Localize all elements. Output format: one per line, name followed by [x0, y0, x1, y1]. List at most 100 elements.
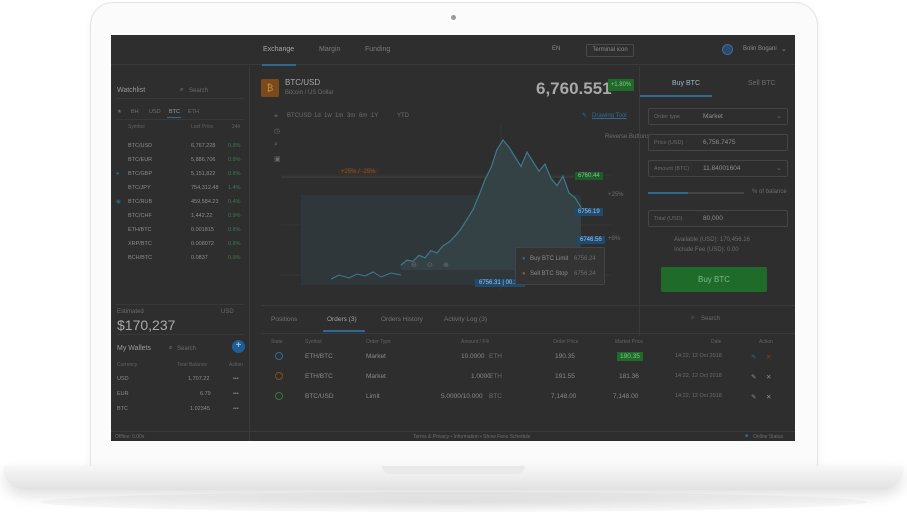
zoom-out-icon[interactable]: ⊖ [411, 261, 417, 269]
orders-search-input[interactable]: Search [701, 316, 720, 322]
list-item[interactable]: ● BTC/GBP 5,151,822 0.8% [116, 168, 244, 181]
top-nav: Exchange Margin Funding EN Terminal icon… [111, 35, 795, 66]
list-item[interactable]: BCH/BTC 0.0837 0.9% [116, 252, 244, 265]
table-row[interactable]: ETH/BTC Market 1.0000 ETH 191.55 181.36 … [261, 367, 795, 386]
tab-margin[interactable]: Margin [319, 46, 340, 53]
symbol: BTC/JPY [128, 185, 151, 191]
drawing-tool-link[interactable]: Drawing Tool [592, 113, 627, 119]
watchlist-tab-btc[interactable]: BTC [169, 109, 180, 115]
change: 0.9% [228, 255, 241, 261]
crosshair-icon[interactable]: ⌖ [274, 113, 278, 121]
list-item[interactable]: BTC/EUR 5,886,706 0.8% [116, 154, 244, 167]
watchlist-tab-eth[interactable]: ETH [188, 109, 199, 115]
popup-sell-label[interactable]: Sell BTC Stop [530, 271, 568, 277]
change: 0.8% [228, 171, 241, 177]
table-row[interactable]: EUR 6.79 ••• [116, 388, 244, 401]
range-3m[interactable]: 3m [347, 113, 355, 119]
list-item[interactable]: BTC/USD 6,767,228 0.8% [116, 140, 244, 153]
edit-icon[interactable]: ✎ [751, 373, 756, 381]
watchlist-search-input[interactable]: Search [189, 88, 208, 94]
price-point [490, 167, 492, 169]
field-label: Order type [654, 114, 680, 120]
chart-symbol[interactable]: BTCUSD [287, 113, 312, 119]
table-row[interactable]: BTC/USD Limit 5.0000/10.000 BTC 7,148.00… [261, 387, 795, 406]
language-selector[interactable]: EN [552, 46, 560, 52]
price-point [484, 179, 486, 181]
currency: USD [117, 376, 129, 382]
list-item[interactable]: XRP/BTC 0.008072 0.8% [116, 238, 244, 251]
chevron-down-icon[interactable]: ⌄ [781, 45, 787, 53]
user-name[interactable]: Bolin Bogani [743, 46, 777, 52]
edit-icon[interactable]: ✎ [751, 353, 756, 361]
zoom-icon[interactable]: ⌕ [274, 141, 278, 149]
percent-label: +8% [608, 236, 621, 242]
table-row[interactable]: BTC 1.02345 ••• [116, 403, 244, 416]
table-row[interactable]: USD 1,707.22 ••• [116, 373, 244, 386]
star-icon[interactable]: ◉ [116, 199, 121, 205]
clock-icon[interactable]: ◷ [274, 127, 280, 135]
tab-positions[interactable]: Positions [271, 316, 297, 323]
balance-currency[interactable]: USD [221, 309, 234, 315]
avatar[interactable] [722, 44, 733, 55]
range-1m[interactable]: 1m [335, 113, 343, 119]
close-icon[interactable]: ✕ [766, 373, 771, 381]
balance: 1,707.22 [188, 376, 210, 382]
terminal-button[interactable]: Terminal icon [586, 44, 634, 57]
more-icon[interactable]: ••• [233, 376, 239, 382]
tab-sell-btc[interactable]: Sell BTC [748, 80, 776, 87]
footer-links[interactable]: Terms & Privacy • Information • Show Fee… [413, 434, 530, 440]
wallets-search-input[interactable]: Search [177, 346, 196, 352]
add-wallet-button[interactable]: + [232, 340, 245, 353]
active-tab-underline [323, 330, 365, 332]
range-1y[interactable]: 1Y [371, 113, 378, 119]
zoom-in-icon[interactable]: ⊕ [443, 261, 449, 269]
price-point [460, 228, 462, 230]
watchlist-tab-favorites[interactable]: ★ [117, 109, 122, 115]
price-point [574, 197, 576, 199]
watchlist-tab-bh[interactable]: BH [131, 109, 139, 115]
edit-icon[interactable]: ✎ [751, 393, 756, 401]
range-1d[interactable]: 1d [314, 113, 321, 119]
reset-zoom-icon[interactable]: ⊙ [427, 261, 433, 269]
price-point [544, 163, 546, 165]
amount-field[interactable]: Amount (BTC) 11.84001604 ⌄ [648, 160, 788, 177]
price-field[interactable]: Price (USD) 6,756.7475 [648, 134, 788, 151]
more-icon[interactable]: ••• [233, 391, 239, 397]
field-value: Market [703, 113, 723, 120]
price-point [538, 170, 540, 172]
range-6m[interactable]: 6m [359, 113, 367, 119]
laptop-shadow [40, 492, 867, 512]
range-1w[interactable]: 1w [324, 113, 332, 119]
tab-exchange[interactable]: Exchange [263, 46, 294, 53]
order-price: 191.55 [555, 373, 575, 380]
field-label: Total (USD) [654, 216, 683, 222]
list-item[interactable]: BTC/CHF 1,442.22 0.9% [116, 210, 244, 223]
bitcoin-icon: ₿ [261, 79, 279, 97]
camera-icon[interactable]: ▣ [274, 155, 281, 163]
online-status-icon: ■ [745, 433, 749, 439]
popup-buy-label[interactable]: Buy BTC Limit [530, 256, 568, 262]
list-item[interactable]: BTC/JPY 754,312.48 1.4% [116, 182, 244, 195]
pencil-icon[interactable]: ✎ [582, 112, 587, 119]
total-field[interactable]: Total (USD) 80,000 [648, 210, 788, 227]
table-row[interactable]: ETH/BTC Market 10.0000 ETH 190.35 190.35… [261, 347, 795, 366]
divider [116, 304, 244, 305]
tab-funding[interactable]: Funding [365, 46, 390, 53]
buy-button[interactable]: Buy BTC [661, 267, 767, 292]
order-type-select[interactable]: Order type Market ⌄ [648, 108, 788, 125]
list-item[interactable]: ETH/BTC 0.001815 0.8% [116, 224, 244, 237]
star-icon[interactable]: ● [116, 171, 119, 177]
tab-buy-btc[interactable]: Buy BTC [672, 80, 700, 87]
range-ytd[interactable]: YTD [397, 113, 409, 119]
close-icon[interactable]: ✕ [766, 393, 771, 401]
list-item[interactable]: ◉ BTC/RUB 459,584.23 0.4% [116, 196, 244, 209]
price-point [472, 209, 474, 211]
more-icon[interactable]: ••• [233, 406, 239, 412]
price-point [424, 257, 426, 259]
tab-orders[interactable]: Orders (3) [327, 316, 357, 323]
close-icon[interactable]: ✕ [766, 353, 771, 361]
tab-orders-history[interactable]: Orders History [381, 316, 423, 323]
tab-activity-log[interactable]: Activity Log (3) [444, 316, 487, 323]
symbol: BTC/USD [128, 143, 153, 149]
watchlist-tab-usd[interactable]: USD [149, 109, 161, 115]
